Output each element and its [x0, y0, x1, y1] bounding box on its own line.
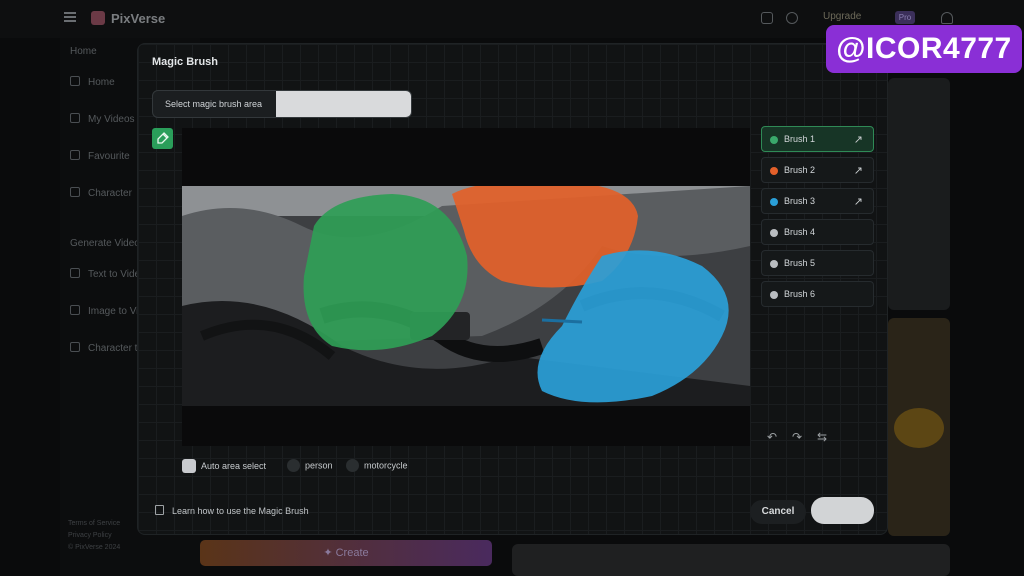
confirm-button[interactable]	[811, 497, 874, 524]
brush-item-5[interactable]: Brush 5	[761, 250, 874, 276]
sidebar-item-my-videos[interactable]: My Videos	[70, 113, 135, 125]
arrow-up-right-icon[interactable]: ↗	[854, 164, 863, 177]
background-card	[512, 544, 950, 576]
character-video-icon	[70, 342, 80, 352]
brush-color-dot	[770, 167, 778, 175]
logo-icon	[91, 11, 105, 25]
cancel-button[interactable]: Cancel	[750, 500, 806, 524]
brush-area-selector[interactable]: Select magic brush area	[152, 90, 412, 118]
object-option-label: person	[305, 460, 333, 471]
sidebar-section-generate: Generate Video	[70, 238, 140, 249]
image-icon	[70, 305, 80, 315]
learn-magic-brush-link[interactable]: Learn how to use the Magic Brush	[155, 505, 309, 516]
object-option-motorcycle[interactable]: motorcycle	[346, 459, 408, 475]
app-logo-text: PixVerse	[111, 11, 166, 26]
reset-icon[interactable]: ⇆	[815, 430, 829, 444]
sidebar-item-text-to-video[interactable]: Text to Video	[70, 268, 146, 280]
brush-color-dot	[770, 136, 778, 144]
radio-button	[346, 459, 359, 472]
auto-area-select-checkbox[interactable]: Auto area select	[182, 459, 266, 475]
source-image	[182, 186, 750, 406]
background-card	[888, 318, 950, 536]
copyright-text: © PixVerse 2024	[68, 544, 121, 551]
brush-label: Brush 2	[784, 165, 816, 175]
pro-badge: Pro	[895, 11, 915, 24]
brush-area-input[interactable]	[276, 91, 411, 117]
sidebar-item-home[interactable]: Home	[70, 76, 115, 88]
dialog-title: Magic Brush	[152, 56, 219, 68]
heart-icon	[70, 150, 80, 160]
home-icon	[70, 76, 80, 86]
terms-link[interactable]: Terms of Service	[68, 520, 120, 527]
brush-color-dot	[770, 291, 778, 299]
text-icon	[70, 268, 80, 278]
brush-icon	[157, 132, 169, 144]
sidebar-item-label: Favourite	[88, 151, 130, 162]
upgrade-link[interactable]: Upgrade	[823, 11, 861, 22]
help-icon[interactable]	[786, 12, 798, 24]
brush-color-dot	[770, 198, 778, 206]
brush-tool-button[interactable]	[152, 128, 173, 149]
app-root: PixVerse Upgrade Pro Home Home My Videos…	[0, 0, 1024, 576]
object-option-person[interactable]: person	[287, 459, 333, 475]
book-icon	[155, 505, 164, 515]
sidebar-item-character[interactable]: Character	[70, 187, 132, 199]
sidebar-item-label: My Videos	[88, 114, 135, 125]
brush-item-1[interactable]: Brush 1 ↗	[761, 126, 874, 152]
brush-area-label: Select magic brush area	[165, 99, 263, 109]
brush-canvas[interactable]	[182, 128, 750, 446]
brush-item-6[interactable]: Brush 6	[761, 281, 874, 307]
character-icon	[70, 187, 80, 197]
docs-icon[interactable]	[761, 12, 773, 24]
brush-label: Brush 5	[784, 258, 816, 268]
privacy-link[interactable]: Privacy Policy	[68, 532, 112, 539]
magic-brush-dialog: Magic Brush Select magic brush area Brus…	[137, 43, 888, 535]
sidebar-section-home: Home	[70, 46, 97, 57]
image-with-masks	[182, 186, 750, 406]
sidebar-item-label: Home	[88, 77, 115, 88]
brush-item-2[interactable]: Brush 2 ↗	[761, 157, 874, 183]
radio-button	[287, 459, 300, 472]
sidebar-item-label: Character	[88, 188, 132, 199]
brush-label: Brush 3	[784, 196, 816, 206]
brush-item-4[interactable]: Brush 4	[761, 219, 874, 245]
menu-icon[interactable]	[64, 12, 76, 22]
brush-color-dot	[770, 260, 778, 268]
brush-label: Brush 4	[784, 227, 816, 237]
background-card	[888, 78, 950, 310]
bell-icon[interactable]	[941, 12, 953, 24]
undo-icon[interactable]: ↶	[765, 430, 779, 444]
arrow-up-right-icon[interactable]: ↗	[854, 133, 863, 146]
learn-label: Learn how to use the Magic Brush	[172, 506, 309, 516]
object-option-label: motorcycle	[364, 460, 408, 471]
redo-icon[interactable]: ↷	[790, 430, 804, 444]
watermark-badge: @ICOR4777	[826, 25, 1022, 73]
auto-area-select-label: Auto area select	[201, 461, 267, 471]
brush-label: Brush 6	[784, 289, 816, 299]
brush-list: Brush 1 ↗ Brush 2 ↗ Brush 3 ↗ Brush 4 Br…	[761, 126, 874, 312]
checkbox-box	[182, 459, 196, 473]
arrow-up-right-icon[interactable]: ↗	[854, 195, 863, 208]
brush-color-dot	[770, 229, 778, 237]
brush-label: Brush 1	[784, 134, 816, 144]
brush-item-3[interactable]: Brush 3 ↗	[761, 188, 874, 214]
video-icon	[70, 113, 80, 123]
sidebar-item-favourite[interactable]: Favourite	[70, 150, 130, 162]
create-button[interactable]: ✦ Create	[200, 540, 492, 566]
